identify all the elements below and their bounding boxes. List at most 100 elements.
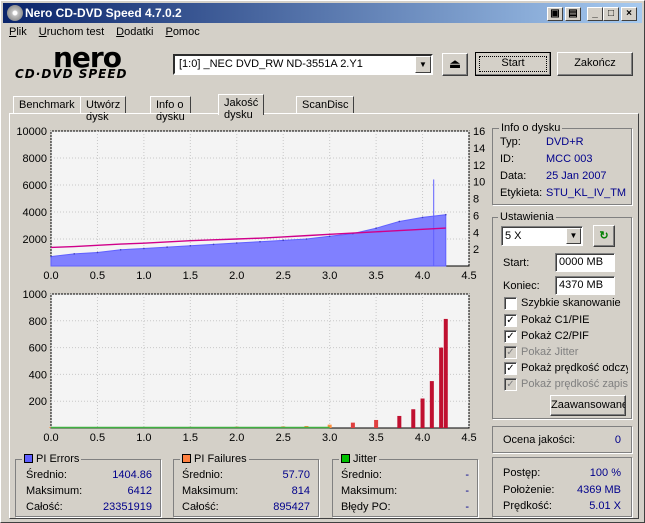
speed-label: Prędkość: xyxy=(503,500,552,512)
y-tick-label: 4000 xyxy=(23,207,47,219)
jitter-swatch xyxy=(341,454,350,463)
quality-group: Ocena jakości: 0 xyxy=(492,426,632,453)
window-title: Nero CD-DVD Speed 4.7.0.2 xyxy=(25,6,182,20)
pi-errors-point xyxy=(444,213,447,216)
menu-bar: Plik Uruchom test Dodatki Pomoc xyxy=(3,24,642,42)
y-tick-label: 10000 xyxy=(16,126,47,138)
refresh-icon: ↻ xyxy=(599,230,609,242)
show-write-speed-checkbox[interactable]: ✓ xyxy=(504,378,517,391)
save-icon[interactable]: ▤ xyxy=(565,7,581,21)
tab-disc-info[interactable]: Info o dysku xyxy=(150,96,191,123)
title-bar[interactable]: Nero CD-DVD Speed 4.7.0.2 ▣ ▤ _ □ × xyxy=(3,3,642,23)
x-tick-label: 0.0 xyxy=(43,270,58,282)
pi-errors-point xyxy=(50,255,52,258)
pi-errors-group: PI Errors Średnio: 1404.86 Maksimum: 641… xyxy=(15,453,161,517)
x-tick-label: 4.5 xyxy=(461,432,476,444)
show-read-speed-checkbox[interactable]: ✓ xyxy=(504,362,517,375)
jitter-avg-label: Średnio: xyxy=(341,469,382,481)
speed-value: 5.01 X xyxy=(589,500,621,512)
date-value: 25 Jan 2007 xyxy=(546,170,607,182)
y-tick-label: 2000 xyxy=(23,234,47,246)
drive-select[interactable]: [1:0] _NEC DVD_RW ND-3551A 2.Y1 ▼ xyxy=(173,54,433,75)
pi-errors-point xyxy=(119,249,122,251)
pi-errors-total: 23351919 xyxy=(103,501,152,513)
speed-select-value: 5 X xyxy=(505,230,522,242)
pi-errors-max: 6412 xyxy=(127,485,152,497)
eject-button[interactable]: ⏏ xyxy=(442,53,468,76)
menu-extras[interactable]: Dodatki xyxy=(110,24,159,40)
start-input[interactable]: 0000 MB xyxy=(555,253,615,272)
pi-failures-avg: 57.70 xyxy=(282,469,310,481)
x-tick-label: 2.0 xyxy=(229,270,244,282)
pi-failures-title-text: PI Failures xyxy=(194,453,247,465)
x-tick-label: 1.5 xyxy=(183,432,198,444)
tab-scandisc[interactable]: ScanDisc xyxy=(296,96,355,114)
x-tick-label: 2.5 xyxy=(276,432,291,444)
end-input[interactable]: 4370 MB xyxy=(555,276,615,295)
show-pif-checkbox[interactable]: ✓ xyxy=(504,330,517,343)
main-window: Nero CD-DVD Speed 4.7.0.2 ▣ ▤ _ □ × Plik… xyxy=(0,0,645,523)
pi-failures-bar xyxy=(374,419,379,428)
start-label: Start: xyxy=(503,257,530,269)
tab-create-disc[interactable]: Utwórz dysk xyxy=(80,96,127,123)
disc-info-group: Info o dysku Typ: DVD+R ID: MCC 003 Data… xyxy=(492,122,632,205)
y2-tick-label: 12 xyxy=(473,160,485,172)
settings-title-label: Ustawienia xyxy=(498,211,556,223)
pi-errors-point xyxy=(328,235,331,238)
jitter-title-text: Jitter xyxy=(353,453,377,465)
x-tick-label: 2.5 xyxy=(276,270,291,282)
pi-errors-max-label: Maksimum: xyxy=(26,485,83,497)
pi-failures-max: 814 xyxy=(291,485,310,497)
menu-run-test[interactable]: Uruchom test xyxy=(33,24,110,40)
jitter-max-label: Maksimum: xyxy=(341,485,398,497)
speed-select[interactable]: 5 X ▼ xyxy=(501,226,583,246)
pi-failures-bar xyxy=(443,318,448,428)
pi-errors-chart: 0.0 0.5 1.0 1.5 2.0 2.5 3.0 3.5 4.0 4.5 2000 4000 60… xyxy=(16,126,485,282)
menu-help[interactable]: Pomoc xyxy=(159,24,205,40)
advanced-button[interactable]: Zaawansowane xyxy=(550,395,626,416)
y2-tick-label: 4 xyxy=(473,227,479,239)
chevron-down-icon[interactable]: ▼ xyxy=(566,228,581,244)
progress-label: Postęp: xyxy=(503,467,541,479)
pi-errors-point xyxy=(212,243,215,246)
quick-scan-checkbox[interactable] xyxy=(504,297,517,310)
pi-errors-avg-label: Średnio: xyxy=(26,469,67,481)
show-pif-label: Pokaż C2/PIF xyxy=(521,330,589,342)
tab-disc-quality[interactable]: Jakość dysku xyxy=(218,94,265,121)
minimize-button[interactable]: _ xyxy=(587,7,603,21)
refresh-button[interactable]: ↻ xyxy=(593,225,615,247)
nero-logo: nero CD·DVD SPEED xyxy=(15,41,161,85)
exit-button[interactable]: Zakończ xyxy=(557,52,633,76)
pi-failures-bar xyxy=(429,381,434,428)
pi-errors-point xyxy=(143,247,145,250)
maximize-button[interactable]: □ xyxy=(603,7,619,21)
jitter-group: Jitter Średnio: - Maksimum: - Błędy PO: … xyxy=(332,453,478,517)
x-tick-label: 0.5 xyxy=(90,432,105,444)
disc-icon xyxy=(7,5,23,21)
pi-errors-point xyxy=(398,220,401,223)
tab-benchmark[interactable]: Benchmark xyxy=(13,96,81,114)
quality-value: 0 xyxy=(614,434,621,446)
quick-scan-label: Szybkie skanowanie xyxy=(521,297,621,309)
options-list: Szybkie skanowanie ✓ Pokaż C1/PIE ✓ Poka… xyxy=(504,297,628,393)
date-label: Data: xyxy=(500,170,527,182)
pi-errors-point xyxy=(166,246,168,248)
x-tick-label: 1.0 xyxy=(136,270,151,282)
show-pie-checkbox[interactable]: ✓ xyxy=(504,314,517,327)
y2-tick-label: 10 xyxy=(473,177,485,189)
pi-failures-max-label: Maksimum: xyxy=(182,485,239,497)
show-jitter-checkbox[interactable]: ✓ xyxy=(504,346,517,359)
pi-failures-title: PI Failures xyxy=(180,453,249,465)
show-jitter-label: Pokaż Jitter xyxy=(521,346,579,358)
chevron-down-icon[interactable]: ▼ xyxy=(415,56,431,73)
pi-errors-swatch xyxy=(24,454,33,463)
plot-area xyxy=(50,293,470,429)
close-button[interactable]: × xyxy=(621,7,637,21)
show-write-speed-label: Pokaż prędkość zapisu xyxy=(521,378,628,390)
start-button[interactable]: Start xyxy=(475,52,551,76)
menu-file[interactable]: Plik xyxy=(3,24,33,40)
pi-failures-chart: 0.0 0.5 1.0 1.5 2.0 2.5 3.0 3.5 4.0 4.5 200 400 600 8… xyxy=(23,289,477,444)
pi-errors-point xyxy=(375,227,377,229)
restore-small-icon[interactable]: ▣ xyxy=(547,7,563,21)
jitter-title: Jitter xyxy=(339,453,379,465)
